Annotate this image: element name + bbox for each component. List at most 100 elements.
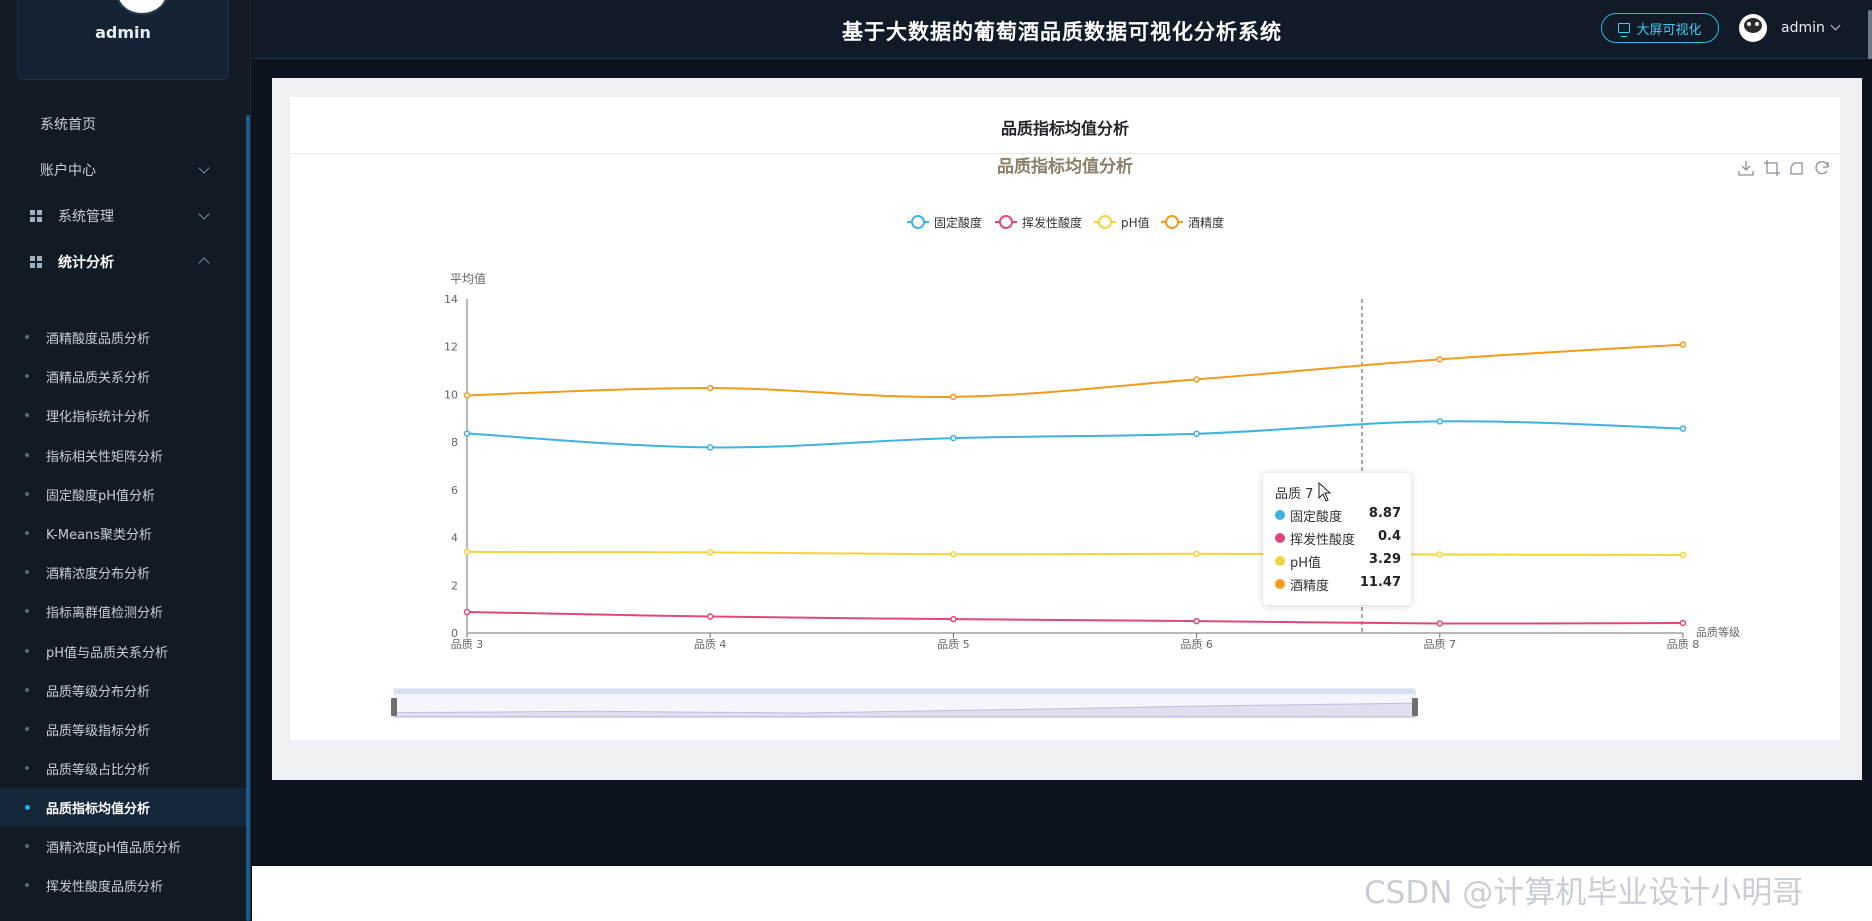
legend-item[interactable]: 挥发性酸度 — [995, 214, 1082, 230]
line-chart[interactable]: 品质指标均值分析平均值02468101214品质 3 品质 4 品质 5 品质 6 品质… — [290, 153, 1840, 740]
sidebar-item-statistics[interactable]: 统计分析 — [0, 242, 246, 282]
submenu-item[interactable]: 品质等级占比分析 — [0, 749, 246, 787]
watermark: CSDN @计算机毕业设计小明哥 — [1364, 875, 1804, 911]
data-point — [1436, 620, 1444, 627]
profile-name: admin — [95, 23, 151, 42]
tooltip-series-value: 3.29 — [1368, 552, 1401, 567]
submenu-label: 固定酸度pH值分析 — [46, 489, 156, 504]
tooltip-row: 挥发性酸度 0.4 — [1275, 528, 1401, 548]
sidebar-scrollbar[interactable] — [246, 115, 250, 921]
chevron-down-icon — [198, 208, 210, 220]
submenu-label: pH值与品质关系分析 — [46, 646, 169, 661]
submenu-label: 酒精酸度品质分析 — [46, 332, 151, 347]
legend-item[interactable]: 酒精度 — [1161, 214, 1224, 230]
zoom-select-icon[interactable] — [1763, 159, 1781, 177]
submenu-item[interactable]: 挥发性酸度品质分析 — [0, 866, 246, 904]
data-point — [1193, 376, 1200, 383]
x-tick-label: 品质 7 — [1424, 638, 1457, 651]
tooltip-row: pH值 3.29 — [1275, 551, 1401, 571]
bigscreen-label: 大屏可视化 — [1636, 22, 1702, 38]
sidebar-item-label: 系统首页 — [40, 117, 96, 133]
datazoom-bar — [394, 689, 1415, 694]
grid-icon — [30, 210, 42, 222]
data-point — [706, 549, 714, 556]
chart-title: 品质指标均值分析 — [997, 156, 1133, 177]
legend-marker-icon — [1161, 215, 1183, 229]
y-tick-label: 2 — [451, 579, 458, 592]
restore-icon[interactable] — [1813, 159, 1831, 177]
monitor-icon — [1618, 23, 1631, 37]
series-line — [466, 611, 1684, 625]
y-tick-label: 4 — [451, 532, 458, 545]
tooltip-series-name: 挥发性酸度 — [1290, 533, 1356, 548]
submenu-label: 指标相关性矩阵分析 — [46, 450, 164, 465]
legend-label: pH值 — [1121, 215, 1150, 230]
x-tick-label: 品质 8 — [1667, 638, 1700, 651]
data-point — [950, 393, 957, 401]
tooltip-series-name: 固定酸度 — [1290, 510, 1343, 525]
sidebar-item-label: 统计分析 — [58, 255, 114, 271]
tooltip-row: 酒精度 11.47 — [1275, 574, 1401, 594]
submenu-label: 品质等级分布分析 — [46, 685, 151, 700]
sidebar: admin 系统首页 账户中心 系统管理 统计分析 酒精酸度品质分析 酒精品质关… — [0, 0, 251, 921]
legend-marker-icon — [995, 215, 1017, 229]
tooltip-title: 品质 7 — [1275, 487, 1314, 502]
submenu-item[interactable]: 指标相关性矩阵分析 — [0, 436, 246, 474]
top-header: 基于大数据的葡萄酒品质数据可视化分析系统 大屏可视化 admin — [252, 0, 1872, 59]
data-point — [463, 608, 471, 616]
data-point — [706, 613, 714, 620]
submenu-label: 品质等级占比分析 — [46, 763, 151, 778]
submenu-label: 酒精品质关系分析 — [46, 371, 151, 386]
y-tick-label: 8 — [451, 436, 458, 449]
data-point — [1679, 551, 1687, 559]
data-point — [950, 434, 957, 442]
chart-tooltip: 品质 7 固定酸度 8.87 挥发性酸度 0.4 pH值 3.29 酒精度 11… — [1263, 473, 1411, 605]
username[interactable]: admin — [1781, 20, 1825, 36]
page-scrollbar[interactable] — [1868, 10, 1872, 60]
submenu-item[interactable]: 品质等级分布分析 — [0, 671, 246, 709]
sidebar-item-home[interactable]: 系统首页 — [0, 104, 246, 144]
y-axis-label: 平均值 — [450, 271, 486, 286]
avatar[interactable] — [116, 0, 168, 15]
data-point — [463, 392, 471, 399]
grid-icon — [30, 256, 42, 268]
tooltip-row: 固定酸度 8.87 — [1275, 505, 1401, 525]
data-point — [463, 430, 471, 437]
series-line — [466, 343, 1684, 398]
data-point — [1436, 356, 1444, 363]
submenu-label: 理化指标统计分析 — [46, 410, 151, 425]
submenu-item[interactable]: 酒精浓度分布分析 — [0, 553, 246, 591]
data-point — [463, 548, 471, 556]
sidebar-item-system[interactable]: 系统管理 — [0, 196, 246, 236]
submenu-label: 品质指标均值分析 — [46, 802, 151, 817]
submenu-item[interactable]: 酒精酸度品质分析 — [0, 318, 246, 356]
submenu-label: 品质等级指标分析 — [46, 724, 151, 739]
submenu-item[interactable]: 指标离群值检测分析 — [0, 592, 246, 630]
submenu-item[interactable]: 固定酸度pH值分析 — [0, 475, 246, 513]
submenu-item[interactable]: 品质等级指标分析 — [0, 710, 246, 748]
legend-marker-icon — [1094, 215, 1116, 229]
submenu-item[interactable]: 酒精品质关系分析 — [0, 357, 246, 395]
legend-item[interactable]: 固定酸度 — [907, 214, 982, 230]
submenu-label: 指标离群值检测分析 — [46, 606, 164, 621]
submenu-item[interactable]: pH值与品质关系分析 — [0, 632, 246, 670]
submenu-item[interactable]: K-Means聚类分析 — [0, 514, 246, 552]
bigscreen-button[interactable]: 大屏可视化 — [1601, 13, 1719, 43]
x-tick-label: 品质 4 — [694, 638, 727, 651]
y-tick-label: 6 — [451, 484, 458, 497]
sidebar-item-account[interactable]: 账户中心 — [0, 150, 246, 190]
y-tick-label: 10 — [444, 388, 458, 401]
y-tick-label: 12 — [444, 341, 458, 354]
card-header: 品质指标均值分析 — [290, 97, 1840, 154]
submenu-item[interactable]: 理化指标统计分析 — [0, 396, 246, 434]
data-point — [706, 384, 714, 392]
chevron-up-icon — [198, 257, 210, 269]
zoom-back-icon[interactable] — [1788, 159, 1806, 177]
user-avatar[interactable] — [1739, 14, 1767, 42]
download-icon[interactable] — [1737, 159, 1755, 177]
tooltip-series-name: pH值 — [1290, 556, 1322, 571]
legend-item[interactable]: pH值 — [1094, 214, 1150, 230]
data-point — [950, 615, 957, 623]
submenu-item[interactable]: 酒精浓度pH值品质分析 — [0, 827, 246, 865]
submenu-item-active[interactable]: 品质指标均值分析 — [0, 788, 246, 826]
